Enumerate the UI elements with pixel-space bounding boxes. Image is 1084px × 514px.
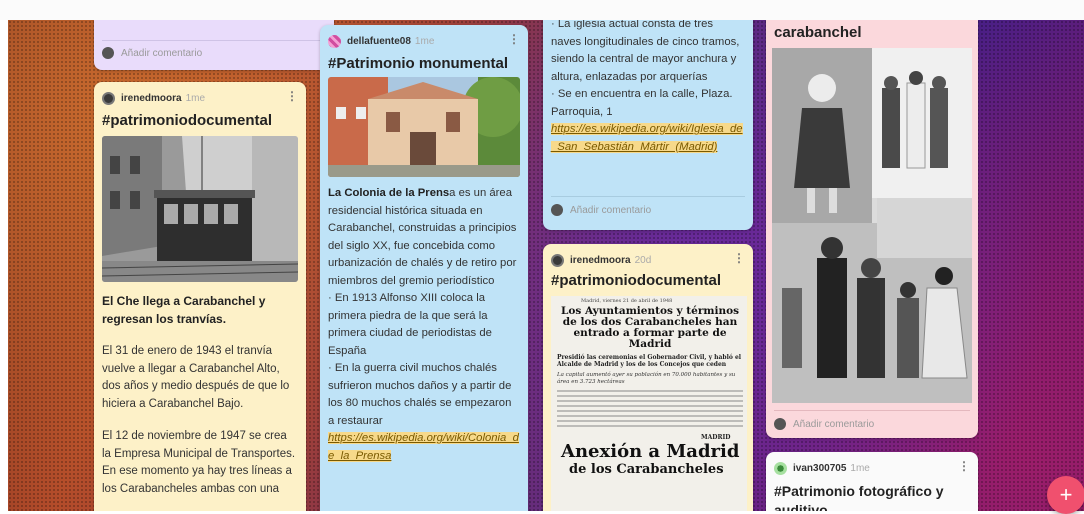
user-avatar-icon [774, 418, 786, 430]
post-menu-icon[interactable]: ⋮ [733, 251, 745, 265]
post-body: · La iglesia actual consta de tres naves… [551, 20, 745, 156]
author-name[interactable]: irenedmoora [121, 93, 182, 104]
post-time: 20d [634, 254, 652, 266]
divider [774, 410, 970, 411]
post-paragraph: El 12 de noviembre de 1947 se crea la Em… [102, 430, 296, 495]
post-title: #Patrimonio monumental [328, 55, 509, 72]
newspaper-subhead-2: La capital aumentó ayer su población en … [557, 372, 736, 385]
post-header: dellafuente08 1me [328, 33, 434, 49]
add-comment-label: Añadir comentario [793, 418, 875, 430]
post-card-top-comment: Añadir comentario [94, 20, 334, 70]
add-comment-button[interactable]: Añadir comentario [551, 203, 651, 217]
post-menu-icon[interactable]: ⋮ [286, 89, 298, 103]
add-post-button[interactable]: + [1047, 476, 1084, 514]
author-name[interactable]: irenedmoora [570, 255, 631, 266]
newspaper-headline: Los Ayuntamientos y términos de los dos … [561, 305, 739, 350]
post-heading: El Che llega a Carabanchel y regresan lo… [102, 294, 266, 326]
post-title: #Patrimonio fotográfico y auditivo [774, 483, 944, 511]
post-bullet: · Se en encuentra en la calle, Plaza. Pa… [551, 88, 733, 118]
post-time: 1me [850, 462, 870, 474]
post-card-patrimonio-fotografico[interactable]: ivan300705 1me ⋮ #Patrimonio fotográfico… [766, 452, 978, 511]
newspaper-clipping[interactable]: Madrid, viernes 21 de abril de 1948 Los … [551, 296, 747, 511]
post-header: irenedmoora 20d [551, 252, 651, 268]
post-card-iglesia[interactable]: · La iglesia actual consta de tres naves… [543, 20, 753, 230]
post-bullet: · La iglesia actual consta de tres naves… [551, 20, 740, 83]
post-time: 1me [414, 35, 435, 47]
author-name[interactable]: dellafuente08 [347, 36, 411, 47]
user-avatar-icon [551, 204, 563, 216]
family-photo-collage[interactable] [772, 48, 972, 403]
add-comment-label: Añadir comentario [570, 204, 652, 216]
newspaper-date: Madrid, viernes 21 de abril de 1948 [581, 298, 673, 304]
author-avatar-icon [774, 461, 787, 475]
post-bullet: · En la guerra civil muchos chalés sufri… [328, 362, 512, 427]
author-avatar-icon [551, 253, 564, 267]
post-menu-icon[interactable]: ⋮ [508, 32, 520, 46]
post-lead-rest: a es un área residencial histórica situa… [328, 187, 517, 287]
divider [102, 40, 326, 41]
post-paragraph: La Colonia de la Prensa es un área resid… [328, 185, 520, 290]
author-avatar-icon [102, 91, 115, 105]
post-header: ivan300705 1me [774, 460, 870, 476]
newspaper-2-tag: MADRID [701, 434, 731, 441]
newspaper-2-headline: Anexión a Madrid [561, 441, 740, 462]
add-comment-label: Añadir comentario [121, 47, 203, 59]
post-bold-lead: La Colonia de la Prens [328, 187, 450, 199]
post-menu-icon[interactable]: ⋮ [958, 459, 970, 473]
divider [551, 196, 745, 197]
post-title: carabanchel [774, 24, 862, 41]
add-comment-button[interactable]: Añadir comentario [774, 417, 874, 431]
post-card-carabanchel[interactable]: carabanchel Añadir comentario [766, 20, 978, 438]
post-time: 1me [185, 92, 206, 104]
post-card-anexion[interactable]: irenedmoora 20d ⋮ #patrimoniodocumental … [543, 244, 753, 511]
tram-photo[interactable] [102, 136, 298, 282]
newspaper-subhead: Presidió las ceremonias el Gobernador Ci… [557, 354, 742, 368]
newspaper-2-headline-b: de los Carabancheles [569, 462, 724, 477]
post-title: #patrimoniodocumental [551, 272, 722, 289]
top-bar [0, 0, 1084, 20]
post-card-tranvia[interactable]: irenedmoora 1me ⋮ #patrimoniodocumental [94, 82, 306, 511]
post-body: El Che llega a Carabanchel y regresan lo… [102, 292, 298, 498]
user-avatar-icon [102, 47, 114, 59]
wikipedia-link[interactable]: https://es.wikipedia.org/wiki/Iglesia_de… [551, 123, 743, 153]
padlet-board: Añadir comentario irenedmoora 1me ⋮ #pat… [8, 20, 1084, 511]
post-paragraph: El 31 de enero de 1943 el tranvía vuelve… [102, 345, 290, 410]
author-name[interactable]: ivan300705 [793, 463, 846, 474]
author-avatar-icon [328, 34, 341, 48]
post-title: #patrimoniodocumental [102, 112, 273, 129]
post-body: La Colonia de la Prensa es un área resid… [328, 185, 520, 465]
colonia-prensa-photo[interactable] [328, 77, 520, 177]
post-bullet: · En 1913 Alfonso XIII coloca la primera… [328, 292, 492, 357]
wikipedia-link[interactable]: https://es.wikipedia.org/wiki/Colonia_de… [328, 432, 519, 462]
post-header: irenedmoora 1me [102, 90, 205, 106]
add-comment-button[interactable]: Añadir comentario [102, 46, 202, 60]
post-card-colonia-prensa[interactable]: dellafuente08 1me ⋮ #Patrimonio monument… [320, 25, 528, 511]
